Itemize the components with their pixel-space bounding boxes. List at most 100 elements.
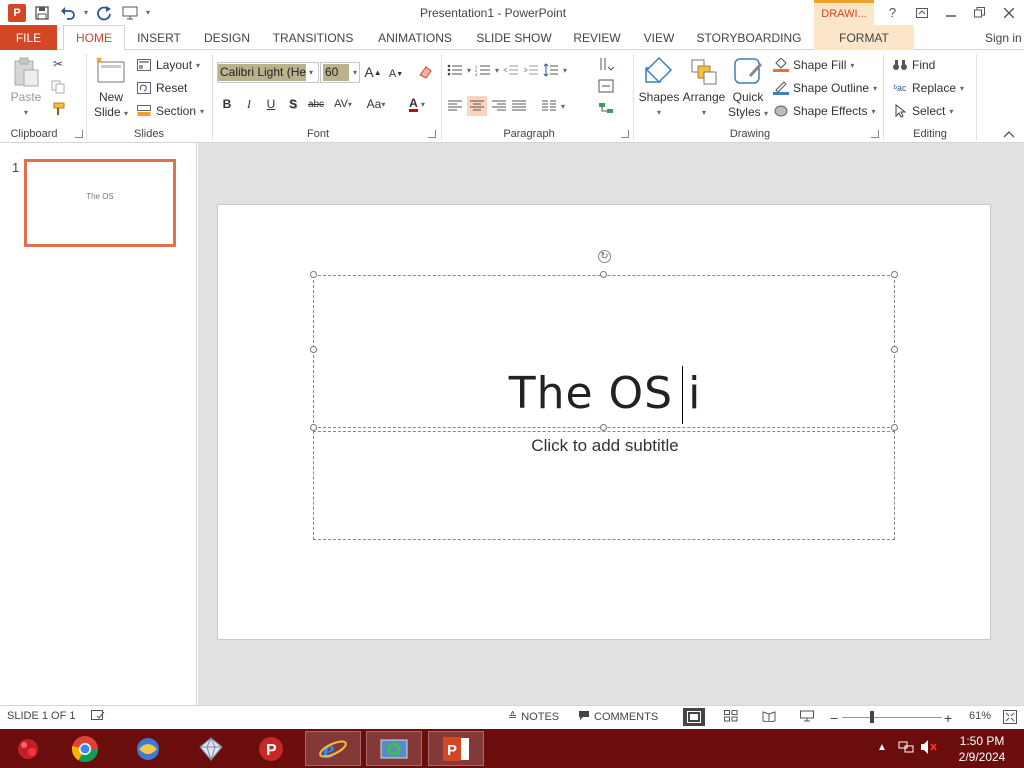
comments-button[interactable]: COMMENTS: [578, 710, 658, 724]
tab-view[interactable]: VIEW: [636, 25, 682, 50]
decrease-indent-icon[interactable]: [503, 62, 519, 78]
restore-icon[interactable]: [965, 0, 994, 25]
line-spacing-icon[interactable]: [543, 62, 559, 78]
subtitle-placeholder-text[interactable]: Click to add subtitle: [314, 436, 896, 456]
tab-design[interactable]: DESIGN: [196, 25, 258, 50]
rotate-handle-icon[interactable]: ↻: [598, 250, 611, 263]
text-shadow-button[interactable]: S: [286, 96, 300, 112]
font-launcher-icon[interactable]: [428, 130, 436, 138]
copy-icon[interactable]: [50, 79, 66, 95]
resize-handle[interactable]: [891, 424, 898, 431]
app-red-icon[interactable]: [0, 731, 56, 766]
collapse-ribbon-icon[interactable]: [1003, 127, 1015, 141]
shape-effects-button[interactable]: Shape Effects ▾: [773, 103, 876, 119]
shapes-button[interactable]: Shapes ▾: [638, 56, 680, 120]
tab-storyboarding[interactable]: STORYBOARDING: [690, 25, 808, 50]
paragraph-launcher-icon[interactable]: [621, 130, 629, 138]
chrome-icon[interactable]: [57, 731, 113, 766]
zoom-out-button[interactable]: −: [830, 710, 838, 726]
resize-handle[interactable]: [600, 271, 607, 278]
replace-button[interactable]: ᵇac Replace ▾: [892, 80, 965, 96]
minimize-icon[interactable]: [936, 0, 965, 25]
resize-handle[interactable]: [891, 271, 898, 278]
volume-muted-icon[interactable]: [920, 739, 938, 758]
align-center-icon[interactable]: [467, 96, 487, 116]
app-globe-icon[interactable]: [120, 731, 176, 766]
arrange-button[interactable]: Arrange ▾: [682, 56, 726, 120]
grow-font-button[interactable]: A ▲: [364, 64, 381, 80]
reading-view-icon[interactable]: [762, 710, 776, 722]
system-clock[interactable]: 1:50 PM 2/9/2024: [942, 733, 1022, 765]
character-spacing-button[interactable]: AV ▾: [330, 96, 356, 112]
numbering-icon[interactable]: 123: [475, 62, 491, 78]
align-right-icon[interactable]: [491, 98, 507, 114]
network-icon[interactable]: [898, 739, 914, 758]
powerpoint-icon[interactable]: P: [428, 731, 484, 766]
zoom-slider[interactable]: [842, 717, 942, 718]
font-size-dropdown-icon[interactable]: ▾: [353, 68, 357, 77]
change-case-button[interactable]: Aa ▾: [362, 96, 390, 112]
font-name-combobox[interactable]: Calibri Light (He ▾: [217, 62, 319, 83]
sign-in-link[interactable]: Sign in: [985, 25, 1022, 50]
tab-home[interactable]: HOME: [63, 25, 125, 51]
app-sync-icon[interactable]: [366, 731, 422, 766]
cut-icon[interactable]: ✂: [50, 56, 66, 72]
subtitle-placeholder[interactable]: Click to add subtitle: [313, 431, 895, 540]
clipboard-launcher-icon[interactable]: [75, 130, 83, 138]
reset-button[interactable]: Reset: [136, 80, 187, 96]
tab-format[interactable]: FORMAT: [814, 25, 914, 50]
justify-icon[interactable]: [511, 98, 527, 114]
notes-button[interactable]: ≙ NOTES: [508, 710, 559, 724]
shrink-font-button[interactable]: A ▼: [388, 66, 404, 82]
drawing-launcher-icon[interactable]: [871, 130, 879, 138]
ribbon-display-options-icon[interactable]: [907, 0, 936, 25]
format-painter-icon[interactable]: [50, 101, 66, 117]
close-icon[interactable]: [994, 0, 1023, 25]
internet-explorer-icon[interactable]: e: [305, 731, 361, 766]
underline-button[interactable]: U: [264, 96, 278, 112]
increase-indent-icon[interactable]: [523, 62, 539, 78]
zoom-in-button[interactable]: +: [944, 710, 952, 726]
tab-file[interactable]: FILE: [0, 25, 57, 50]
slide-show-view-icon[interactable]: [800, 710, 814, 722]
font-color-button[interactable]: A ▾: [402, 96, 432, 112]
quick-styles-button[interactable]: Quick Styles ▾: [726, 56, 770, 121]
layout-button[interactable]: Layout ▾: [136, 57, 200, 73]
new-slide-button[interactable]: New Slide ▾: [92, 56, 130, 121]
italic-button[interactable]: I: [242, 96, 256, 112]
bullets-icon[interactable]: [447, 62, 463, 78]
convert-to-smartart-icon[interactable]: [598, 100, 614, 116]
tab-insert[interactable]: INSERT: [130, 25, 188, 50]
app-diamond-icon[interactable]: [183, 731, 239, 766]
show-hidden-icons-icon[interactable]: ▲: [877, 742, 887, 753]
slide-title-text[interactable]: The OS i: [314, 368, 896, 419]
help-button[interactable]: ?: [878, 0, 907, 25]
spell-check-icon[interactable]: [91, 710, 105, 722]
zoom-slider-thumb[interactable]: [870, 711, 874, 723]
resize-handle[interactable]: [310, 271, 317, 278]
normal-view-button[interactable]: [683, 708, 705, 726]
font-size-combobox[interactable]: 60 ▾: [320, 62, 360, 83]
align-text-icon[interactable]: [598, 78, 614, 94]
tab-animations[interactable]: ANIMATIONS: [368, 25, 462, 50]
tab-transitions[interactable]: TRANSITIONS: [266, 25, 360, 50]
clear-formatting-icon[interactable]: [416, 64, 434, 80]
select-button[interactable]: Select ▾: [892, 103, 953, 119]
slide-thumbnail[interactable]: The OS: [24, 159, 176, 247]
paste-button[interactable]: Paste ▾: [8, 56, 44, 120]
shape-outline-button[interactable]: Shape Outline ▾: [773, 80, 877, 96]
zoom-level[interactable]: 61%: [969, 710, 991, 722]
text-direction-icon[interactable]: [598, 56, 614, 72]
app-p-icon[interactable]: P: [243, 731, 299, 766]
strikethrough-button[interactable]: abc: [306, 96, 326, 112]
resize-handle[interactable]: [891, 346, 898, 353]
resize-handle[interactable]: [310, 346, 317, 353]
find-button[interactable]: Find: [892, 57, 935, 73]
fit-slide-icon[interactable]: [1003, 710, 1017, 724]
slide-sorter-view-icon[interactable]: [724, 710, 738, 722]
shape-fill-button[interactable]: Shape Fill ▾: [773, 57, 854, 73]
resize-handle[interactable]: [310, 424, 317, 431]
font-name-dropdown-icon[interactable]: ▾: [309, 68, 313, 77]
align-left-icon[interactable]: [447, 98, 463, 114]
title-placeholder[interactable]: The OS i: [313, 275, 895, 428]
